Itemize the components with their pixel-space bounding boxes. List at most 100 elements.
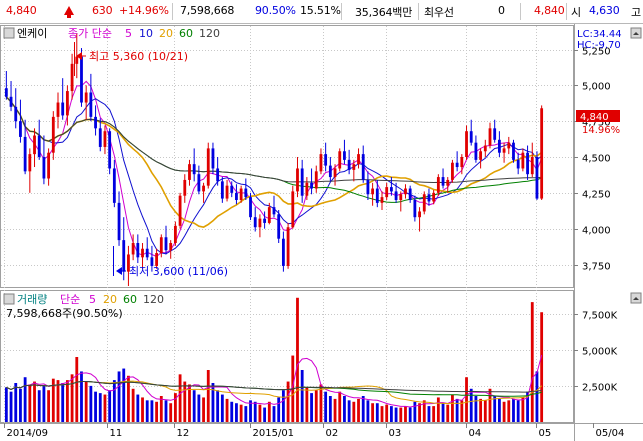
panel-menu-icon[interactable] (3, 293, 15, 305)
candle-body (483, 145, 487, 152)
volume-bar (80, 371, 83, 422)
volume-bar (9, 391, 13, 422)
separator (418, 3, 419, 20)
last-price-label: 4,840 (580, 112, 609, 123)
volume-name: 거래량 (17, 293, 47, 306)
candle-body (188, 164, 191, 180)
volume-tick-label: 7,500K (582, 311, 618, 322)
volume-bar (366, 400, 370, 422)
last-pct-label: 14.96% (582, 125, 620, 136)
candle-body (202, 185, 205, 192)
separator (341, 3, 342, 20)
stock-chart[interactable]: 5,2505,0004,7504,5004,2504,0003,750 7,50… (0, 24, 643, 441)
candle-body (333, 168, 337, 178)
time-tick-label: 02 (326, 428, 339, 439)
candle-body (131, 243, 135, 255)
volume-bar (427, 406, 431, 422)
candle-body (512, 142, 515, 160)
volume-bar (277, 397, 281, 422)
candle-body (216, 168, 220, 182)
volume-bar (361, 396, 365, 422)
volume-bar (164, 400, 168, 422)
candle-body (389, 187, 393, 192)
candle-body (19, 121, 22, 137)
candle-body (178, 195, 182, 226)
candle-body (352, 164, 356, 170)
candle-body (173, 225, 177, 243)
ma-indicator-label: 종가 단순 (68, 27, 112, 40)
candle-body (366, 179, 370, 195)
volume-bar (131, 388, 135, 422)
candle-body (70, 63, 74, 92)
candle-body (436, 177, 440, 193)
candle-body (145, 248, 149, 258)
volume-bar (150, 400, 154, 422)
candle-body (272, 207, 276, 215)
time-tick-label: 05 (539, 428, 552, 439)
candle-body (141, 248, 144, 258)
candle-body (225, 185, 229, 199)
volume-bar (183, 381, 187, 422)
candle-body (319, 154, 323, 172)
candle-body (183, 179, 187, 196)
volume-bar (94, 391, 97, 422)
volume-bar (145, 400, 149, 422)
candle-body (47, 152, 51, 179)
volume-bar (211, 383, 215, 422)
panel-menu-icon[interactable] (3, 27, 15, 39)
stock-name: 엔케이 (17, 27, 47, 40)
volume-bar (540, 312, 544, 422)
volume-bar (127, 375, 130, 422)
candle-body (460, 157, 464, 168)
price-tick-label: 5,000 (582, 82, 611, 93)
candle-body (112, 168, 116, 203)
volume-bar (413, 401, 417, 422)
candle-body (305, 182, 309, 196)
volume-bar (314, 390, 318, 422)
ma20-label: 20 (159, 27, 173, 40)
volume-bar (14, 383, 18, 422)
volume-bar (155, 401, 159, 422)
candle-body (380, 197, 384, 203)
volume-bar (159, 396, 163, 422)
candle-body (418, 211, 421, 218)
time-tick-label: 05/04 (596, 428, 625, 439)
volume-bar (244, 406, 248, 422)
volume-bar (394, 407, 398, 422)
volume-bar (47, 390, 51, 422)
candle-body (338, 151, 342, 169)
candle-body (488, 128, 492, 146)
volume-bar (432, 406, 436, 422)
candle-body (343, 151, 346, 160)
volume-bar (216, 390, 220, 422)
volume-bar (502, 401, 506, 422)
candle-body (507, 142, 511, 149)
vol-ma-label: 단순 (60, 293, 80, 306)
candle-body (324, 154, 328, 166)
candle-body (432, 192, 436, 202)
volume-bar (404, 406, 407, 422)
candle-body (211, 148, 215, 169)
volume-bar (84, 381, 88, 422)
volume-bar (319, 384, 323, 422)
time-tick-label: 2014/09 (7, 428, 49, 439)
trade-amount: 35,364백만 (355, 6, 413, 19)
time-tick-label: 11 (110, 428, 123, 439)
volume-bar (296, 297, 299, 422)
candle-body (33, 135, 36, 155)
open-label: 시 (571, 6, 581, 19)
volume-bar (225, 398, 229, 422)
separator (566, 3, 567, 20)
volume-bar (61, 383, 65, 422)
volume-bar (310, 393, 313, 422)
candle-body (357, 154, 360, 165)
candle-body (408, 188, 412, 200)
volume-bar (347, 400, 351, 422)
candle-body (375, 188, 379, 203)
volume-bar (305, 387, 309, 422)
current-price: 4,840 (6, 4, 37, 17)
volume-bar (408, 407, 412, 422)
volume-bar (141, 397, 144, 422)
candle-body (253, 217, 257, 228)
time-tick-label: 04 (469, 428, 482, 439)
